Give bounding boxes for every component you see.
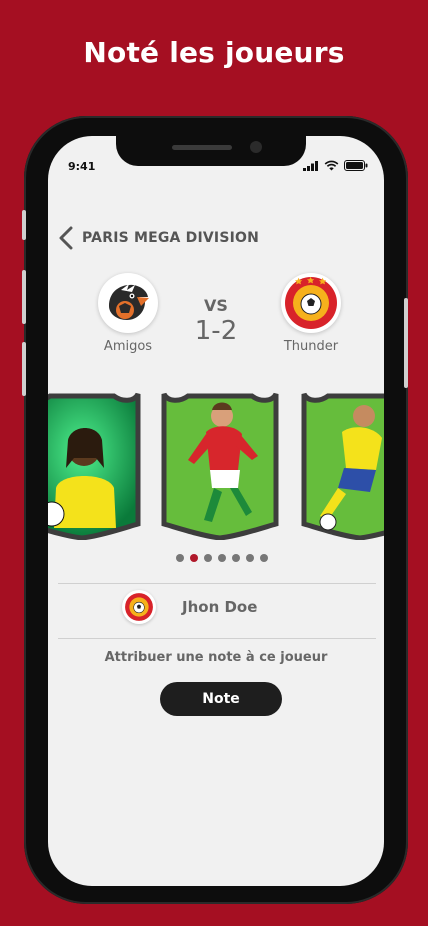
player-card-next[interactable] bbox=[298, 388, 384, 541]
versus-label: VS bbox=[204, 296, 228, 315]
phone-volume-up bbox=[22, 270, 26, 324]
home-team-logo bbox=[98, 273, 158, 333]
divider-bottom bbox=[58, 638, 376, 639]
pagination-dot[interactable] bbox=[246, 554, 254, 562]
speaker bbox=[172, 145, 232, 150]
phone-power-button bbox=[404, 298, 408, 388]
player-card-current[interactable] bbox=[158, 388, 282, 541]
note-button[interactable]: Note bbox=[160, 682, 282, 716]
away-team-logo bbox=[281, 273, 341, 333]
battery-icon bbox=[344, 160, 368, 171]
pagination-dot[interactable] bbox=[218, 554, 226, 562]
home-team[interactable]: Amigos bbox=[83, 273, 173, 354]
status-icons bbox=[303, 160, 368, 171]
away-team-name: Thunder bbox=[283, 339, 339, 354]
pagination-dot-active[interactable] bbox=[190, 554, 198, 562]
pagination-dot[interactable] bbox=[260, 554, 268, 562]
league-title: PARIS MEGA DIVISION bbox=[82, 230, 260, 246]
player-club-avatar bbox=[122, 590, 156, 624]
pagination-dot[interactable] bbox=[232, 554, 240, 562]
divider-top bbox=[58, 583, 376, 584]
football-club-badge-icon bbox=[125, 593, 153, 621]
phone-mute-switch bbox=[22, 210, 26, 240]
status-time: 9:41 bbox=[68, 160, 96, 173]
pagination-dot[interactable] bbox=[204, 554, 212, 562]
signal-icon bbox=[303, 160, 318, 171]
selected-player-row: Jhon Doe bbox=[122, 590, 257, 624]
away-team[interactable]: Thunder bbox=[266, 273, 356, 354]
wifi-icon bbox=[324, 160, 339, 171]
back-chevron-icon[interactable] bbox=[58, 226, 74, 250]
app-screen: 9:41 PARIS MEGA DIVISION Amigos VS 1-2 T… bbox=[48, 136, 384, 886]
page-headline: Noté les joueurs bbox=[83, 36, 345, 69]
phone-volume-down bbox=[22, 342, 26, 396]
notch bbox=[116, 136, 306, 166]
football-club-badge-icon bbox=[285, 276, 337, 329]
pagination-dot[interactable] bbox=[176, 554, 184, 562]
home-team-name: Amigos bbox=[103, 339, 153, 354]
front-camera bbox=[250, 141, 262, 153]
header-row: PARIS MEGA DIVISION bbox=[58, 226, 259, 250]
eagle-mascot-icon bbox=[109, 284, 149, 320]
carousel-pagination bbox=[176, 554, 268, 562]
player-card-previous[interactable] bbox=[48, 388, 144, 541]
rating-prompt: Attribuer une note à ce joueur bbox=[104, 650, 328, 665]
match-score: 1-2 bbox=[194, 316, 238, 346]
player-name: Jhon Doe bbox=[182, 598, 258, 616]
